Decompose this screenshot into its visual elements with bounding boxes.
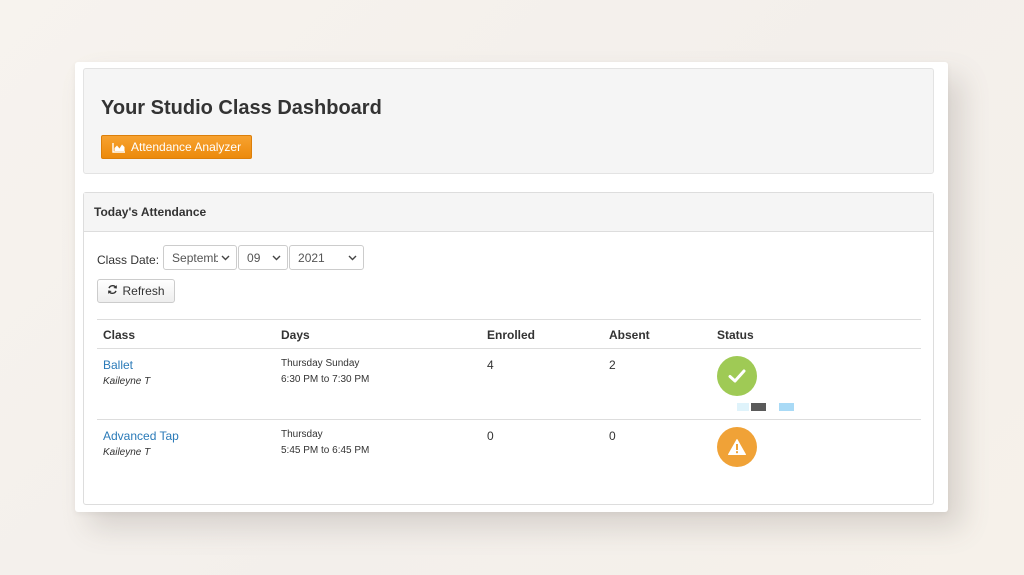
class-time: 5:45 PM to 6:45 PM bbox=[281, 445, 370, 456]
class-days: Thursday bbox=[281, 429, 323, 440]
day-select[interactable]: 09 bbox=[238, 245, 289, 270]
status-warning-badge bbox=[717, 427, 757, 467]
days-cell: Thursday 5:45 PM to 6:45 PM bbox=[281, 429, 369, 456]
class-date-row: Class Date: September 09 2021 bbox=[97, 245, 365, 270]
class-days: Thursday Sunday bbox=[281, 358, 360, 369]
table-row: Ballet Kaileyne T Thursday Sunday 6:30 P… bbox=[97, 349, 921, 420]
attendance-analyzer-label: Attendance Analyzer bbox=[131, 140, 242, 154]
class-link-ballet[interactable]: Ballet bbox=[103, 358, 150, 372]
table-row: Advanced Tap Kaileyne T Thursday 5:45 PM… bbox=[97, 420, 921, 491]
class-time: 6:30 PM to 7:30 PM bbox=[281, 374, 370, 385]
class-cell: Ballet Kaileyne T bbox=[103, 358, 150, 387]
instructor-name: Kaileyne T bbox=[103, 376, 151, 387]
panel-heading: Today's Attendance bbox=[84, 193, 933, 232]
refresh-button[interactable]: Refresh bbox=[97, 279, 175, 303]
year-select[interactable]: 2021 bbox=[289, 245, 365, 270]
enrolled-count: 4 bbox=[487, 358, 494, 372]
year-select-value: 2021 bbox=[298, 250, 325, 265]
class-link-advanced-tap[interactable]: Advanced Tap bbox=[103, 429, 179, 443]
absent-count: 2 bbox=[609, 358, 616, 372]
attendance-table: Class Days Enrolled Absent Status Ballet… bbox=[97, 319, 921, 491]
day-select-value: 09 bbox=[247, 250, 261, 265]
days-cell: Thursday Sunday 6:30 PM to 7:30 PM bbox=[281, 358, 369, 385]
check-icon bbox=[728, 369, 746, 383]
month-select[interactable]: September bbox=[163, 245, 238, 270]
column-header-status: Status bbox=[717, 328, 754, 342]
refresh-label: Refresh bbox=[122, 284, 165, 298]
column-header-enrolled: Enrolled bbox=[487, 328, 536, 342]
column-header-class: Class bbox=[103, 328, 136, 342]
column-header-days: Days bbox=[281, 328, 310, 342]
status-ok-badge bbox=[717, 356, 757, 396]
area-chart-icon bbox=[112, 142, 126, 153]
dashboard-card: Your Studio Class Dashboard Attendance A… bbox=[75, 62, 948, 512]
dashboard-header: Your Studio Class Dashboard Attendance A… bbox=[83, 68, 934, 174]
chevron-down-icon bbox=[221, 255, 230, 260]
chevron-down-icon bbox=[272, 255, 281, 260]
month-select-value: September bbox=[172, 250, 218, 265]
refresh-icon bbox=[107, 284, 118, 298]
column-header-absent: Absent bbox=[609, 328, 650, 342]
page-title: Your Studio Class Dashboard bbox=[101, 97, 382, 119]
table-header: Class Days Enrolled Absent Status bbox=[97, 319, 921, 349]
warning-icon bbox=[728, 439, 746, 455]
absent-count: 0 bbox=[609, 429, 616, 443]
attendance-analyzer-button[interactable]: Attendance Analyzer bbox=[101, 135, 253, 159]
enrolled-count: 0 bbox=[487, 429, 494, 443]
instructor-name: Kaileyne T bbox=[103, 447, 151, 458]
class-cell: Advanced Tap Kaileyne T bbox=[103, 429, 179, 458]
todays-attendance-panel: Today's Attendance Class Date: September… bbox=[83, 192, 934, 505]
class-date-label: Class Date: bbox=[97, 253, 160, 267]
chevron-down-icon bbox=[348, 255, 357, 260]
